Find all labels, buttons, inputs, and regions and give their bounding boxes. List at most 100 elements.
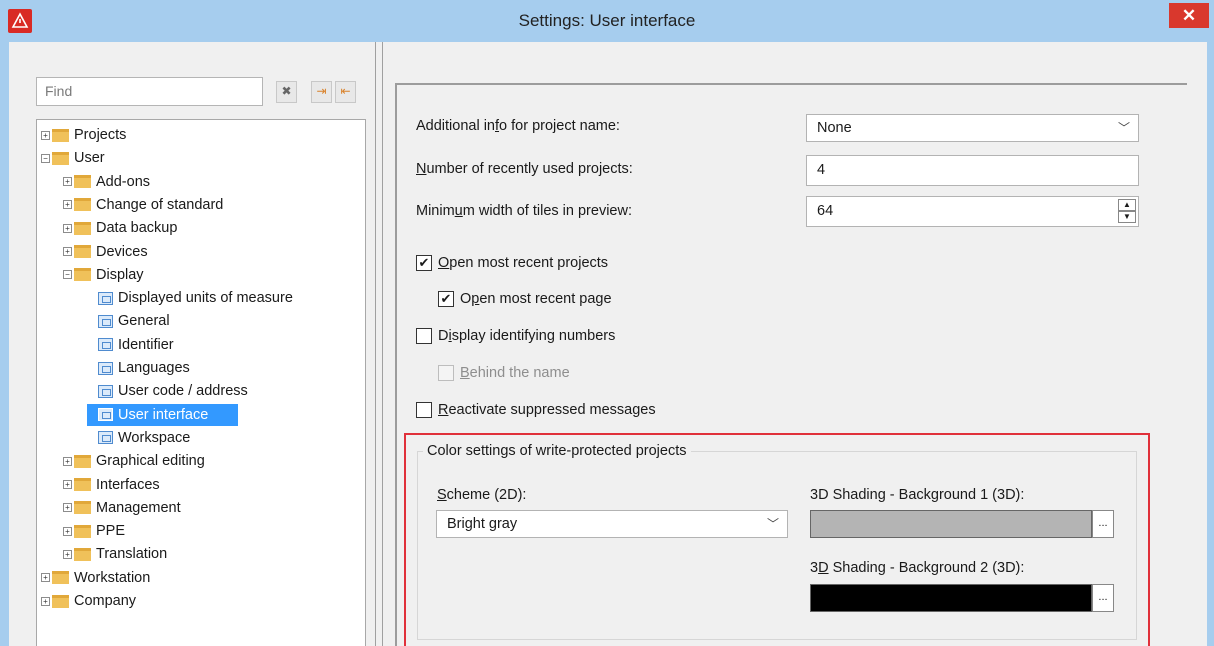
tree-item-label: User interface — [118, 406, 209, 423]
tree-item[interactable]: + PPE — [63, 520, 125, 542]
tree-item-label: User — [74, 150, 105, 167]
tree-item-label: General — [118, 313, 170, 330]
settings-page-icon — [98, 361, 113, 375]
scheme-value: Bright gray — [447, 516, 518, 532]
tree-item-label: User code / address — [118, 383, 248, 400]
min-width-label: Minimum width of tiles in preview: — [416, 203, 632, 219]
collapse-all-button[interactable]: ⇤ — [335, 81, 356, 103]
tree-item[interactable]: General — [87, 310, 170, 332]
folder-icon — [74, 478, 91, 491]
expand-node-icon[interactable]: + — [41, 573, 50, 583]
clear-find-button[interactable]: ✖ — [276, 81, 297, 103]
background2-color-swatch[interactable] — [810, 584, 1092, 612]
tree-item[interactable]: − User — [41, 147, 105, 169]
scheme-label: Scheme (2D): — [437, 487, 527, 503]
tree-item[interactable]: + Management — [63, 497, 181, 519]
tree-item[interactable]: + Devices — [63, 241, 148, 263]
tree-item[interactable]: + Interfaces — [63, 474, 160, 496]
tree-item-label: Workstation — [74, 569, 151, 586]
close-button[interactable]: ✕ — [1169, 3, 1209, 28]
tree-item-label: Interfaces — [96, 476, 160, 493]
settings-page-icon — [98, 431, 113, 445]
recent-projects-label: Number of recently used projects: — [416, 161, 633, 177]
window-frame-right — [1207, 42, 1214, 646]
settings-tree[interactable]: + Projects − User + Add-ons + Change of standar… — [36, 119, 366, 646]
clear-icon: ✖ — [281, 84, 292, 98]
additional-info-select[interactable]: None ﹀ — [806, 114, 1139, 142]
window-frame-left — [0, 42, 9, 646]
settings-page-icon — [98, 338, 113, 352]
tree-item[interactable]: + Add-ons — [63, 171, 150, 193]
reactivate-messages-checkbox[interactable]: Reactivate suppressed messages — [416, 402, 656, 418]
expand-node-icon[interactable]: + — [63, 503, 72, 513]
splitter[interactable] — [375, 42, 383, 646]
expand-node-icon[interactable]: + — [63, 177, 72, 187]
tree-item[interactable]: + Change of standard — [63, 194, 223, 216]
color-settings-title: Color settings of write-protected projec… — [423, 443, 691, 459]
folder-icon — [74, 245, 91, 258]
background1-browse-button[interactable]: ... — [1092, 510, 1114, 538]
tree-item[interactable]: + Translation — [63, 543, 167, 565]
tree-item-label: Identifier — [118, 336, 174, 353]
chevron-down-icon: ﹀ — [766, 517, 779, 531]
tree-item[interactable]: + Graphical editing — [63, 450, 205, 472]
tree-item-label: Translation — [96, 546, 168, 563]
tree-item[interactable]: + Workstation — [41, 567, 150, 589]
tree-item-label: Displayed units of measure — [118, 290, 293, 307]
tree-item[interactable]: Languages — [87, 357, 190, 379]
display-identifying-numbers-checkbox[interactable]: Di splay identifying numbers — [416, 328, 615, 344]
tree-item[interactable]: + Projects — [41, 124, 126, 146]
expand-all-button[interactable]: ⇥ — [311, 81, 332, 103]
expand-icon: ⇥ — [316, 84, 327, 98]
folder-icon — [74, 547, 91, 561]
tree-item[interactable]: Displayed units of measure — [87, 287, 293, 309]
tree-item[interactable]: User interface — [87, 403, 239, 426]
open-recent-page-checkbox[interactable]: ✔ Op en most recent page — [438, 291, 612, 307]
tree-item[interactable]: − Display — [63, 264, 144, 286]
tree-item-label: Data backup — [96, 220, 178, 237]
open-recent-projects-checkbox[interactable]: ✔ Open most recent projects — [416, 255, 608, 271]
spin-down-icon[interactable]: ▼ — [1118, 211, 1136, 223]
expand-node-icon[interactable]: + — [63, 456, 72, 466]
tree-item-label: Add-ons — [96, 173, 151, 190]
tree-item-label: Display — [96, 266, 144, 283]
tree-item-label: Languages — [118, 360, 190, 376]
spin-up-icon[interactable]: ▲ — [1118, 199, 1136, 211]
tree-item[interactable]: Workspace — [87, 427, 190, 449]
title-bar: Settings: User interface ✕ — [0, 0, 1214, 42]
behind-the-name-checkbox[interactable]: Behind the name — [438, 365, 570, 381]
expand-node-icon[interactable]: + — [41, 596, 50, 606]
recent-projects-input[interactable]: 4 — [806, 155, 1139, 186]
scheme-select[interactable]: Bright gray ﹀ — [436, 510, 788, 538]
tree-item-label: Company — [74, 593, 137, 609]
expand-node-icon[interactable]: + — [63, 223, 72, 233]
settings-page-icon — [98, 408, 113, 422]
expand-node-icon[interactable]: + — [63, 549, 72, 559]
folder-icon — [74, 501, 91, 515]
collapse-node-icon[interactable]: − — [41, 153, 50, 163]
tree-item-label: Graphical editing — [96, 453, 205, 470]
additional-info-value: None — [817, 120, 852, 136]
folder-icon — [52, 571, 69, 585]
tree-item[interactable]: Identifier — [87, 334, 174, 356]
collapse-node-icon[interactable]: − — [63, 270, 72, 280]
tree-item[interactable]: + Company — [41, 590, 136, 612]
expand-node-icon[interactable]: + — [63, 247, 72, 256]
window-title: Settings: User interface — [518, 11, 696, 30]
find-input[interactable]: Find — [36, 77, 263, 106]
min-width-stepper[interactable]: 64 ▲ ▼ — [806, 196, 1139, 227]
background2-browse-button[interactable]: ... — [1092, 584, 1114, 612]
background1-color-swatch[interactable] — [810, 510, 1092, 538]
tree-item-label: PPE — [96, 523, 126, 540]
settings-page-icon — [98, 384, 113, 398]
expand-node-icon[interactable]: + — [41, 130, 50, 140]
tree-item[interactable]: + Data backup — [63, 217, 177, 239]
folder-icon — [74, 221, 91, 235]
tree-item[interactable]: User code / address — [87, 380, 248, 402]
expand-node-icon[interactable]: + — [63, 480, 72, 489]
tree-item-label: Workspace — [118, 429, 191, 446]
collapse-icon: ⇤ — [340, 84, 351, 98]
min-width-value: 64 — [817, 203, 834, 219]
expand-node-icon[interactable]: + — [63, 200, 72, 210]
expand-node-icon[interactable]: + — [63, 526, 72, 536]
